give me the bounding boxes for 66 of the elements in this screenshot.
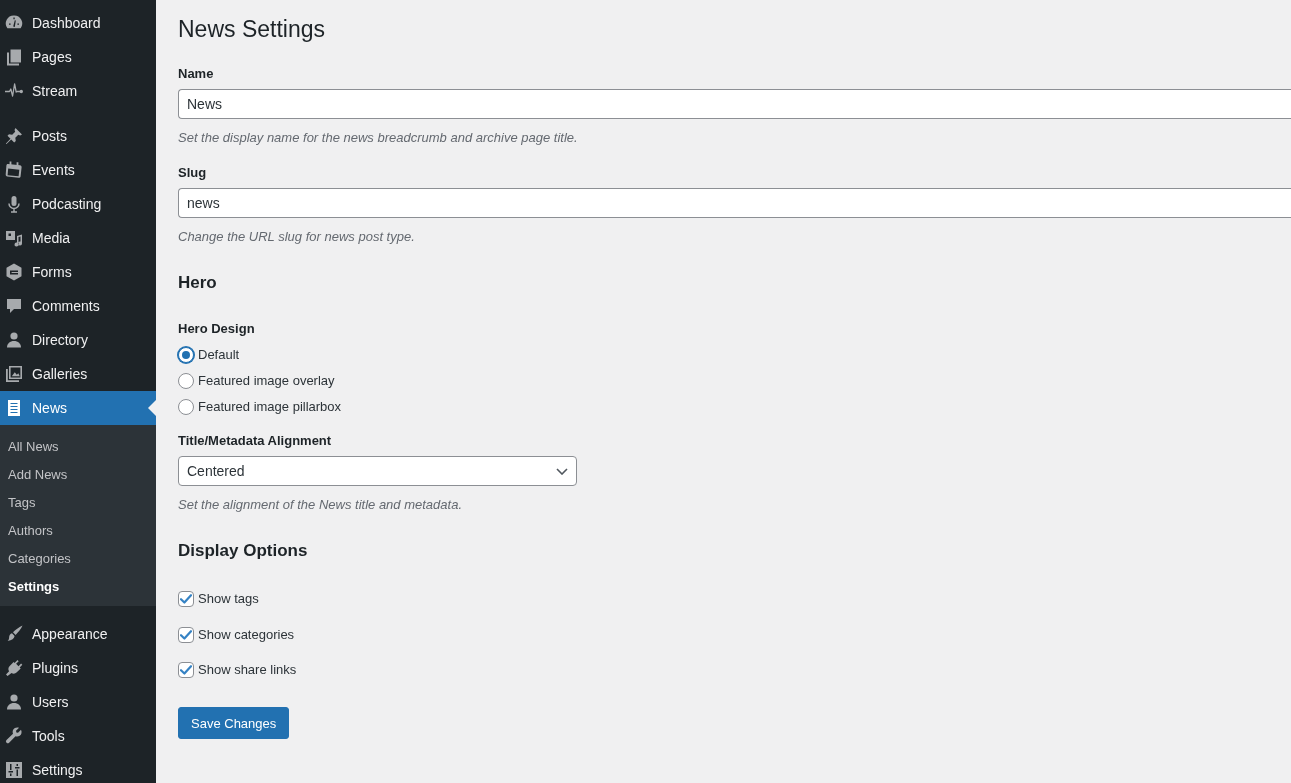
section-heading: Hero	[178, 272, 217, 294]
checkbox-label: Show tags	[198, 590, 259, 608]
plug-icon	[4, 658, 24, 678]
radio-button[interactable]	[178, 399, 194, 415]
field-label: Name	[178, 65, 214, 83]
calendar-icon	[4, 160, 24, 180]
sidebar-menu-item[interactable]: Tools	[0, 719, 156, 753]
radio-button[interactable]	[178, 373, 194, 389]
field-description: Set the display name for the news breadcrumb and archive page title.	[178, 129, 578, 147]
sidebar-menu-item[interactable]: Comments	[0, 289, 156, 323]
submenu-item[interactable]: Authors	[0, 516, 156, 544]
text-input[interactable]: news	[178, 188, 1291, 218]
text-input[interactable]: News	[178, 89, 1291, 119]
submenu-item[interactable]: Settings	[0, 572, 156, 600]
submenu-item[interactable]: Tags	[0, 488, 156, 516]
speech-bubble-icon	[4, 296, 24, 316]
checkbox-label: Show categories	[198, 625, 295, 644]
checkmark-icon	[180, 629, 192, 640]
sidebar-menu-item[interactable]: Galleries	[0, 357, 156, 391]
radio-label: Default	[198, 346, 240, 364]
sidebar-menu-item[interactable]: Stream	[0, 74, 156, 108]
checkbox[interactable]	[178, 591, 194, 607]
pages-icon	[4, 47, 24, 67]
page-title: News Settings	[178, 15, 325, 44]
field-description: Set the alignment of the News title and metadata.	[178, 496, 462, 514]
radio-label: Featured image pillarbox	[198, 398, 342, 416]
wrench-icon	[4, 726, 24, 746]
submenu-item[interactable]: Categories	[0, 544, 156, 572]
field-description: Change the URL slug for news post type.	[178, 228, 415, 246]
radio-button[interactable]	[178, 347, 194, 363]
checkmark-icon	[180, 665, 192, 675]
pointer-icon	[148, 400, 156, 416]
sidebar-menu-item[interactable]: Podcasting	[0, 187, 156, 221]
sidebar-menu-item[interactable]: Plugins	[0, 651, 156, 685]
hexagon-icon	[4, 262, 24, 282]
sidebar-menu-item[interactable]: News	[0, 391, 156, 425]
checkmark-icon	[180, 594, 192, 604]
field-label: Slug	[178, 164, 207, 182]
radio-label: Featured image overlay	[198, 372, 335, 390]
submenu-item[interactable]: All News	[0, 432, 156, 460]
sidebar-menu-item[interactable]: Posts	[0, 119, 156, 153]
sidebar-menu-item[interactable]: Media	[0, 221, 156, 255]
chevron-down-icon	[556, 467, 568, 475]
sidebar-menu-item[interactable]: Forms	[0, 255, 156, 289]
checkbox[interactable]	[178, 662, 194, 678]
field-label: Hero Design	[178, 320, 255, 338]
media-icon	[4, 228, 24, 248]
checkbox-label: Show share links	[198, 661, 297, 679]
sidebar-menu-item[interactable]: Pages	[0, 40, 156, 74]
alignment-select[interactable]: Centered	[178, 456, 577, 486]
sidebar-menu-item[interactable]: Appearance	[0, 617, 156, 651]
sidebar-menu-item[interactable]: Settings	[0, 753, 156, 783]
gallery-icon	[4, 364, 24, 384]
sidebar-menu-item[interactable]: Events	[0, 153, 156, 187]
pushpin-icon	[4, 126, 24, 146]
submenu-item[interactable]: Add News	[0, 460, 156, 488]
person-icon	[4, 692, 24, 712]
person-icon	[4, 330, 24, 350]
checkbox[interactable]	[178, 626, 194, 643]
sliders-icon	[4, 760, 24, 780]
section-heading: Display Options	[178, 540, 308, 562]
sidebar-menu-item[interactable]: Directory	[0, 323, 156, 357]
sidebar-menu-item[interactable]: Users	[0, 685, 156, 719]
field-label: Title/Metadata Alignment	[178, 432, 332, 450]
save-changes-button[interactable]: Save Changes	[178, 707, 290, 739]
sidebar-menu-item[interactable]: Dashboard	[0, 6, 156, 40]
